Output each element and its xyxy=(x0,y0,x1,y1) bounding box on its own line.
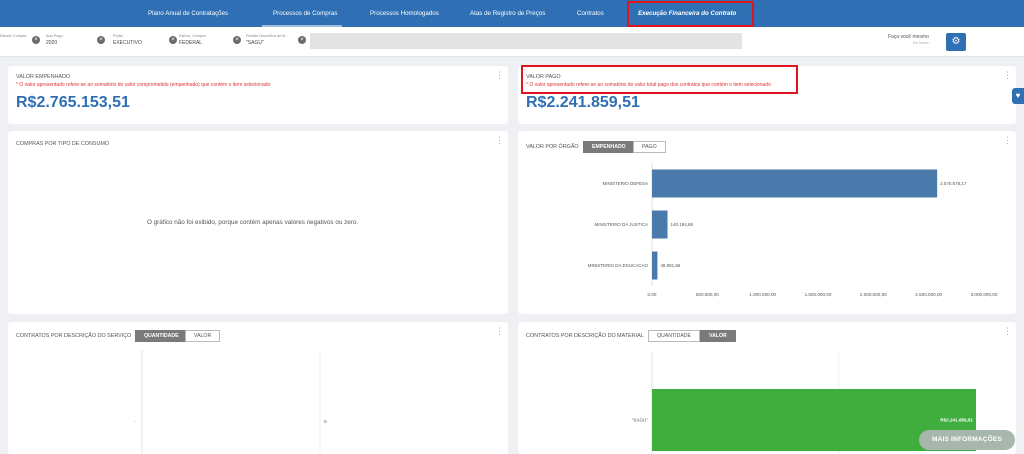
highlight-box-valor-pago xyxy=(521,65,798,94)
filter-chip-esfera-compra[interactable]: Esfera_Compra FEDERAL × xyxy=(179,31,243,53)
filter-placeholder-area xyxy=(310,33,742,49)
close-icon[interactable]: × xyxy=(233,36,241,44)
close-icon[interactable]: × xyxy=(169,36,177,44)
x-tick-label: 3.000.000,00 xyxy=(971,292,998,297)
heart-icon[interactable]: ♥ xyxy=(1012,88,1024,104)
bar xyxy=(652,210,668,239)
close-icon[interactable]: × xyxy=(97,36,105,44)
x-tick-label: 2.500.000,00 xyxy=(915,292,942,297)
close-icon[interactable]: × xyxy=(32,36,40,44)
nav-processos-homologados[interactable]: Processos Homologados xyxy=(370,0,439,27)
sliders-icon[interactable]: ⚙ xyxy=(946,33,966,51)
highlight-box-nav xyxy=(627,1,754,27)
card-valor-pago: VALOR PAGO * O valor apresentado refere-… xyxy=(518,65,1016,124)
more-info-button[interactable]: MAIS INFORMAÇÕES xyxy=(919,430,1015,450)
data-label: 140.184,88 xyxy=(671,222,694,227)
category-label: MINISTERIO DEFESA xyxy=(602,181,648,186)
category-label: "SAGU" xyxy=(632,418,649,423)
data-label: R$2.241.859,51 xyxy=(940,418,973,423)
card-contratos-servico: CONTRATOS POR DESCRIÇÃO DO SERVIÇO QUANT… xyxy=(8,322,508,454)
card-compras-tipo-consumo: COMPRAS POR TIPO DE CONSUMO ⋮ O gráfico … xyxy=(8,131,508,314)
kebab-icon[interactable]: ⋮ xyxy=(495,71,504,80)
self-service-title: Faça você mesmo xyxy=(888,34,929,40)
category-label: - xyxy=(134,419,136,424)
tick-label: 0 xyxy=(324,419,327,424)
card-value: R$2.241.859,51 xyxy=(526,94,640,111)
data-label: 48.891,86 xyxy=(660,263,681,268)
category-label: MINISTERIO DA JUSTICA xyxy=(594,222,648,227)
x-tick-label: 0,00 xyxy=(648,292,657,297)
card-valor-empenhado: VALOR EMPENHADO * O valor apresentado re… xyxy=(8,66,508,124)
bar xyxy=(652,169,938,198)
filter-chip-padrao-descritivo[interactable]: Padrão Descritivo de M... "SAGU" × xyxy=(246,31,308,53)
filter-chip-ano-pago[interactable]: Ano Pago 2020 × xyxy=(46,31,106,53)
orgao-bar-chart: 0,00 500.000,00 1.000.000,00 1.500.000,00 2.… xyxy=(588,163,998,297)
kebab-icon[interactable]: ⋮ xyxy=(495,136,504,145)
category-label: MINISTERIO DA EDUCACAO xyxy=(588,263,649,268)
servico-bar-chart: -0 xyxy=(134,350,327,454)
filter-chip-estado-compra[interactable]: Estado Compra × xyxy=(0,31,40,53)
kebab-icon[interactable]: ⋮ xyxy=(1003,71,1012,80)
card-value: R$2.765.153,51 xyxy=(16,94,130,111)
x-tick-label: 500.000,00 xyxy=(696,292,719,297)
nav-atas-registro[interactable]: Atas de Registro de Preços xyxy=(470,0,545,27)
card-note: * O valor apresentado refere-se ao somat… xyxy=(16,82,271,88)
card-title: VALOR PAGO xyxy=(526,74,561,80)
card-valor-por-orgao: VALOR POR ÓRGÃO EMPENHADO PAGO ⋮ 0,00 500… xyxy=(518,131,1016,314)
bar xyxy=(652,251,658,280)
x-tick-label: 2.000.000,00 xyxy=(860,292,887,297)
filter-bar: Estado Compra × Ano Pago 2020 × Poder EX… xyxy=(0,27,1024,57)
card-note: * O valor apresentado refere-se ao somat… xyxy=(526,82,771,88)
nav-contratos[interactable]: Contratos xyxy=(577,0,604,27)
self-service-label: Faça você mesmo Em breve xyxy=(888,34,929,45)
close-icon[interactable]: × xyxy=(298,36,306,44)
data-label: 2.576.678,17 xyxy=(940,181,967,186)
nav-plano-anual[interactable]: Plano Anual de Contratações xyxy=(148,0,228,27)
self-service-subtitle: Em breve xyxy=(912,41,929,45)
card-title: VALOR EMPENHADO xyxy=(16,74,71,80)
x-tick-label: 1.500.000,00 xyxy=(805,292,832,297)
empty-chart-message: O gráfico não foi exibido, porque contém… xyxy=(147,219,359,226)
x-tick-label: 1.000.000,00 xyxy=(749,292,776,297)
filter-chip-poder[interactable]: Poder EXECUTIVO × xyxy=(113,31,179,53)
card-title: COMPRAS POR TIPO DE CONSUMO xyxy=(16,141,110,147)
nav-processos-compras[interactable]: Processos de Compras xyxy=(273,0,337,27)
top-navigation: Plano Anual de Contratações Processos de… xyxy=(0,0,1024,27)
